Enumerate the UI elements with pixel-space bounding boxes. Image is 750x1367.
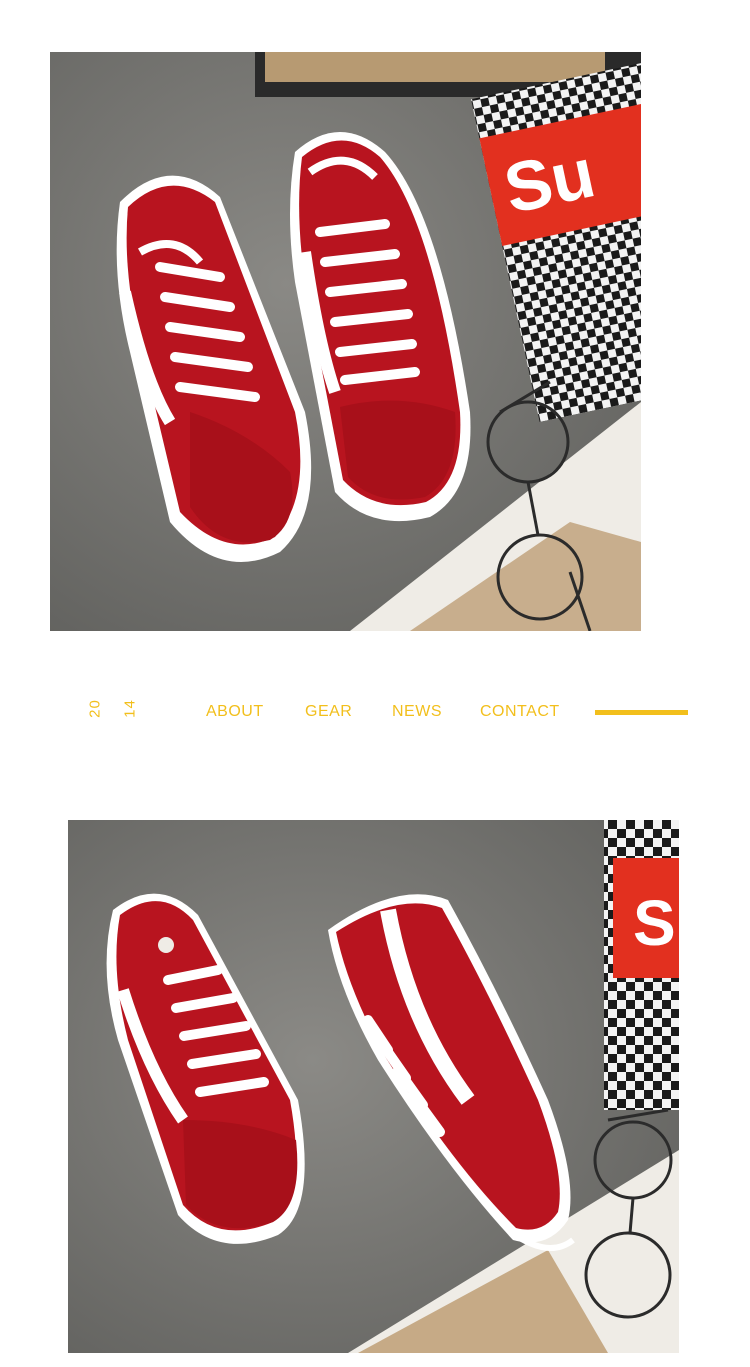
nav-accent-bar bbox=[595, 710, 688, 715]
product-photo-top: Su bbox=[50, 52, 641, 631]
nav-link-gear[interactable]: GEAR bbox=[305, 703, 352, 721]
sneakers-photo-illustration: Su bbox=[50, 52, 641, 631]
nav-link-contact[interactable]: CONTACT bbox=[480, 703, 560, 721]
nav-link-news[interactable]: NEWS bbox=[392, 703, 442, 721]
sneakers-photo-illustration: S bbox=[68, 820, 679, 1353]
year-prefix: 20 bbox=[86, 699, 104, 718]
product-photo-bottom: S bbox=[68, 820, 679, 1353]
year-suffix: 14 bbox=[121, 699, 139, 718]
nav-link-about[interactable]: ABOUT bbox=[206, 703, 264, 721]
box-logo-text: S bbox=[633, 887, 676, 959]
